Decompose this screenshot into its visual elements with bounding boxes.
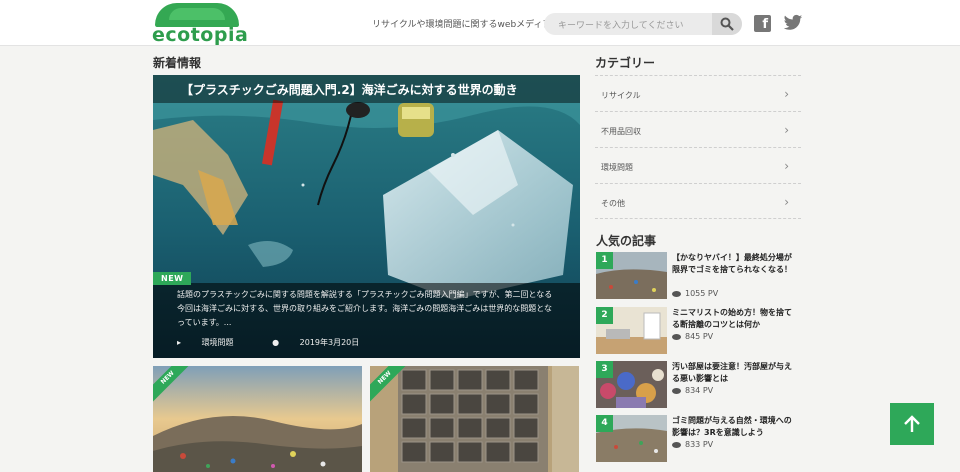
popular-thumbnail[interactable]: 2 <box>596 307 667 354</box>
arrow-up-icon <box>904 415 920 432</box>
popular-title[interactable]: ゴミ問題が与える自然・環境への影響は？3Rを意識しよう <box>672 415 797 439</box>
popular-article[interactable]: 3 汚い部屋は要注意！汚部屋が与える悪い影響とは 834 PV <box>596 361 801 411</box>
popular-article[interactable]: 1 【かなりヤバイ！】最終処分場が限界でゴミを捨てられなくなる！ 1055 PV <box>596 252 801 302</box>
twitter-icon[interactable] <box>783 14 803 32</box>
rank-badge: 3 <box>596 361 613 378</box>
pv-count: 1055 PV <box>685 289 719 298</box>
tag-icon: ▸ <box>177 338 182 347</box>
category-item-junk-collection[interactable]: 不用品回収 › <box>595 111 801 147</box>
eye-icon <box>672 290 681 297</box>
article-card[interactable]: NEW <box>153 366 362 472</box>
category-item-recycle[interactable]: リサイクル › <box>595 75 801 111</box>
eye-icon <box>672 333 681 340</box>
chevron-right-icon: › <box>784 195 789 209</box>
eye-icon <box>672 387 681 394</box>
category-label: 環境問題 <box>201 338 234 347</box>
category-item-label: その他 <box>601 199 625 208</box>
logo-text: ecotopia <box>152 24 249 46</box>
site-logo[interactable]: ecotopia <box>152 3 248 46</box>
featured-title[interactable]: 【プラスチックごみ問題入門.2】海洋ごみに対する世界の動き <box>153 75 580 103</box>
post-date: ● 2019年3月20日 <box>272 338 377 347</box>
category-item-environment[interactable]: 環境問題 › <box>595 147 801 183</box>
new-badge: NEW <box>153 272 192 285</box>
pv-count: 845 PV <box>685 332 714 341</box>
card-image-landfill <box>153 366 362 472</box>
category-list: リサイクル › 不用品回収 › 環境問題 › その他 › <box>595 75 801 219</box>
featured-excerpt: 話題のプラスチックごみに関する問題を解説する「プラスチックごみ問題入門編」ですが… <box>177 290 553 327</box>
featured-article[interactable]: 【プラスチックごみ問題入門.2】海洋ごみに対する世界の動き NEW 話題のプラス… <box>153 75 580 358</box>
popular-article[interactable]: 2 ミニマリストの始め方！物を捨てる断捨離のコツとは何か 845 PV <box>596 307 801 357</box>
page-views: 845 PV <box>672 332 713 341</box>
featured-meta: ▸ 環境問題 ● 2019年3月20日 <box>177 337 395 348</box>
category-item-label: リサイクル <box>601 91 641 100</box>
pv-count: 833 PV <box>685 440 714 449</box>
back-to-top-button[interactable] <box>890 403 934 445</box>
chevron-right-icon: › <box>784 87 789 101</box>
popular-thumbnail[interactable]: 1 <box>596 252 667 299</box>
page-views: 1055 PV <box>672 289 718 298</box>
category-item-other[interactable]: その他 › <box>595 183 801 219</box>
rank-badge: 2 <box>596 307 613 324</box>
popular-thumbnail[interactable]: 3 <box>596 361 667 408</box>
page-views: 833 PV <box>672 440 713 449</box>
popular-title[interactable]: 【かなりヤバイ！】最終処分場が限界でゴミを捨てられなくなる！ <box>672 252 797 276</box>
chevron-right-icon: › <box>784 159 789 173</box>
search-icon <box>720 17 734 31</box>
rank-badge: 4 <box>596 415 613 432</box>
page-views: 834 PV <box>672 386 713 395</box>
popular-heading: 人気の記事 <box>596 234 657 248</box>
popular-article[interactable]: 4 ゴミ問題が与える自然・環境への影響は？3Rを意識しよう 833 PV <box>596 415 801 465</box>
site-header: ecotopia リサイクルや環境問題に関するwebメディア キーワードを入力し… <box>0 0 960 46</box>
clock-icon: ● <box>272 338 280 347</box>
category-item-label: 不用品回収 <box>601 127 641 136</box>
new-articles-heading: 新着情報 <box>153 56 202 70</box>
facebook-icon[interactable]: f <box>754 15 771 32</box>
category-tag[interactable]: ▸ 環境問題 <box>177 338 254 347</box>
card-image-boxes <box>370 366 579 472</box>
search-input[interactable]: キーワードを入力してください <box>558 18 683 31</box>
chevron-right-icon: › <box>784 123 789 137</box>
search-box[interactable]: キーワードを入力してください <box>544 13 742 35</box>
eye-icon <box>672 441 681 448</box>
site-tagline: リサイクルや環境問題に関するwebメディア <box>372 20 552 30</box>
pv-count: 834 PV <box>685 386 714 395</box>
popular-thumbnail[interactable]: 4 <box>596 415 667 462</box>
popular-title[interactable]: 汚い部屋は要注意！汚部屋が与える悪い影響とは <box>672 361 797 385</box>
article-card[interactable]: NEW <box>370 366 579 472</box>
category-item-label: 環境問題 <box>601 163 633 172</box>
popular-title[interactable]: ミニマリストの始め方！物を捨てる断捨離のコツとは何か <box>672 307 797 331</box>
date-label: 2019年3月20日 <box>299 338 360 347</box>
search-button[interactable] <box>712 13 742 35</box>
category-heading: カテゴリー <box>595 56 656 70</box>
rank-badge: 1 <box>596 252 613 269</box>
